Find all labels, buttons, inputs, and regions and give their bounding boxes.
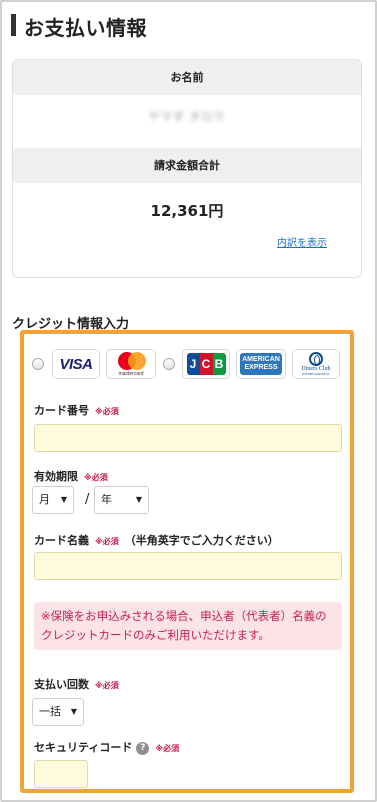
chevron-down-icon: ▼	[135, 495, 142, 504]
card-number-input[interactable]	[34, 424, 342, 452]
amex-text-bottom: EXPRESS	[244, 364, 278, 371]
required-mark: ※必須	[95, 681, 119, 690]
page-title: お支払い情報	[24, 16, 147, 40]
expiry-separator: /	[85, 492, 90, 507]
diners-icon	[309, 352, 323, 366]
expiry-month-value: 月	[39, 493, 50, 506]
card-name-label: カード名義 ※必須 （半角英字でご入力ください）	[34, 532, 279, 548]
customer-name: ヤマダ タロウ	[148, 110, 226, 123]
installments-label-text: 支払い回数	[34, 678, 89, 691]
amex-icon: AMERICAN EXPRESS	[240, 353, 282, 375]
mastercard-icon	[116, 351, 146, 370]
total-header: 請求金額合計	[13, 148, 361, 183]
card-number-label-text: カード番号	[34, 404, 89, 417]
chevron-down-icon: ▼	[60, 495, 67, 504]
jcb-icon: J C B	[186, 353, 226, 375]
radio-visa-mastercard[interactable]	[32, 358, 44, 370]
card-name-label-text: カード名義	[34, 534, 89, 547]
jcb-letter-c: C	[199, 353, 213, 375]
installments-label: 支払い回数 ※必須	[34, 676, 119, 692]
diners-logo: Diners Club INTERNATIONAL	[292, 349, 340, 379]
name-header: お名前	[13, 60, 361, 95]
help-icon[interactable]: ?	[136, 741, 150, 755]
security-code-input[interactable]	[34, 760, 88, 788]
expiry-label-text: 有効期限	[34, 470, 78, 483]
jcb-letter-j: J	[186, 353, 200, 375]
total-amount: 12,361円	[150, 202, 224, 220]
expiry-month-select[interactable]: 月 ▼	[32, 486, 74, 514]
security-code-label-text: セキュリティコード	[34, 741, 133, 754]
expiry-label: 有効期限 ※必須	[34, 468, 108, 484]
required-mark: ※必須	[95, 407, 119, 416]
diners-subtext: INTERNATIONAL	[302, 372, 330, 376]
payment-summary-card: お名前 ヤマダ タロウ 請求金額合計 12,361円 内訳を表示	[12, 59, 362, 278]
jcb-letter-b: B	[212, 353, 226, 375]
card-name-input[interactable]	[34, 552, 342, 580]
chevron-down-icon: ▼	[70, 707, 77, 716]
security-code-label: セキュリティコード? ※必須	[34, 739, 179, 755]
required-mark: ※必須	[84, 473, 108, 482]
mastercard-logo: mastercard	[106, 349, 156, 379]
installments-value: 一括	[39, 705, 61, 718]
card-holder-notice: ※保険をお申込みされる場合、申込者（代表者）名義のクレジットカードのみご利用いた…	[34, 602, 342, 650]
amex-logo: AMERICAN EXPRESS	[236, 349, 286, 379]
expiry-year-value: 年	[101, 493, 112, 506]
card-number-label: カード番号 ※必須	[34, 402, 119, 418]
title-accent-bar	[11, 14, 16, 36]
show-breakdown-link[interactable]: 内訳を表示	[277, 234, 327, 249]
visa-text: VISA	[59, 355, 93, 373]
radio-jcb-amex-diners[interactable]	[163, 358, 175, 370]
mastercard-text: mastercard	[118, 370, 144, 377]
installments-select[interactable]: 一括 ▼	[32, 698, 84, 726]
jcb-logo: J C B	[182, 349, 230, 379]
required-mark: ※必須	[95, 537, 119, 546]
required-mark: ※必須	[155, 744, 180, 753]
amex-text-top: AMERICAN	[242, 356, 280, 363]
card-name-note: （半角英字でご入力ください）	[124, 534, 279, 547]
visa-logo: VISA	[52, 349, 100, 379]
expiry-year-select[interactable]: 年 ▼	[94, 486, 149, 514]
credit-form: VISA mastercard J C B AMERICAN EXPRESS D…	[20, 330, 354, 793]
